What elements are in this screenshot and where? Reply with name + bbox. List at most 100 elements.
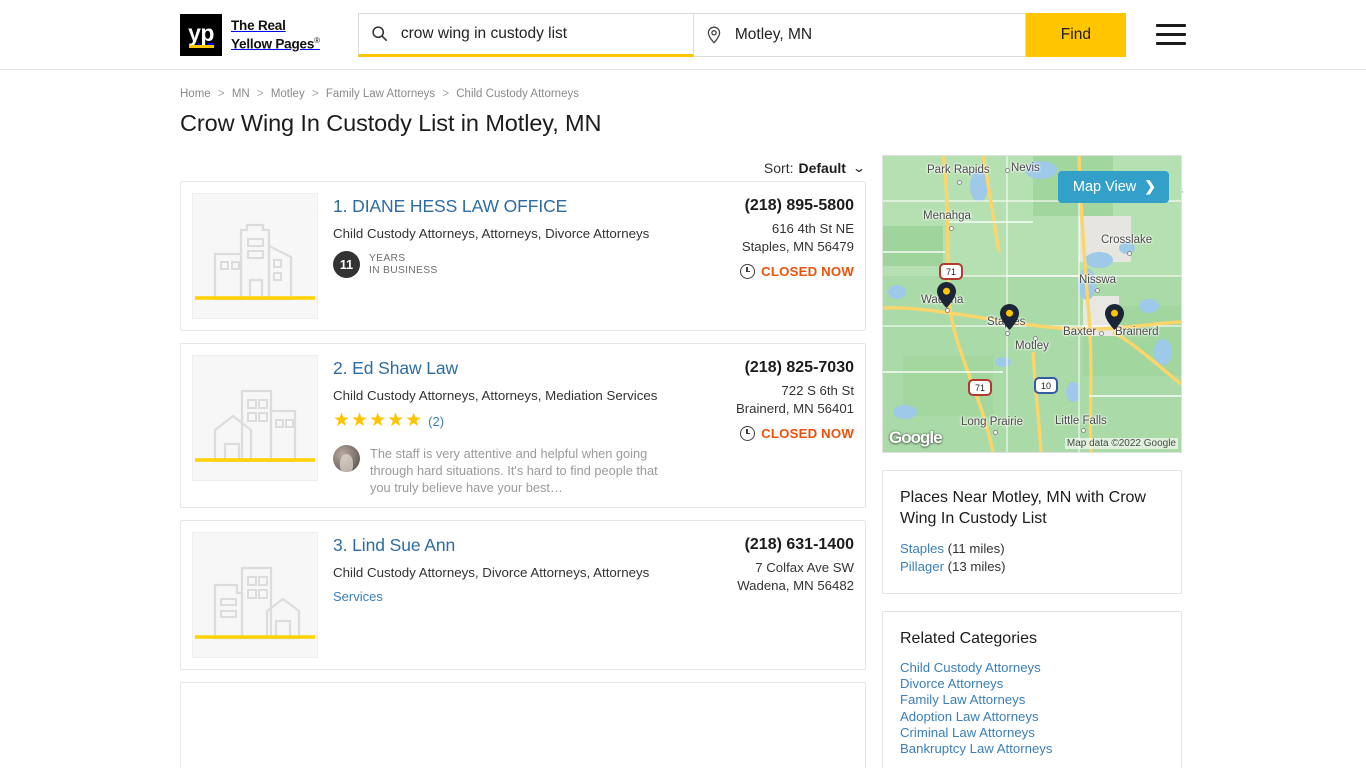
address-line-2: Wadena, MN 56482 [737,577,854,593]
listing-name: Ed Shaw Law [352,358,459,378]
map-city-dot [949,226,954,231]
years-label: YEARS IN BUSINESS [369,253,438,277]
review-count[interactable]: (2) [428,414,444,429]
review-snippet: The staff is very attentive and helpful … [370,446,658,495]
map-city-dot [1005,331,1010,336]
breadcrumb-item-city[interactable]: Motley [271,88,305,100]
sidebar-column: 71 71 10 Map View ❯ Park Rapids Nevis Me… [882,155,1182,768]
map-label-little-falls: Little Falls [1055,415,1107,427]
related-category-link-adoption-law[interactable]: Adoption Law Attorneys [900,709,1164,725]
listing-rank: 3. [333,535,348,555]
location-field[interactable] [693,12,1026,57]
location-input[interactable] [732,24,1013,45]
listing-info: 2. Ed Shaw Law Child Custody Attorneys, … [318,355,669,496]
listing-contact: (218) 825-7030 722 S 6th St Brainerd, MN… [669,355,854,496]
listing-name-link[interactable]: 1. DIANE HESS LAW OFFICE [333,196,567,217]
map-label-crosslake: Crosslake [1101,234,1153,246]
clock-icon [740,426,756,441]
sort-value: Default [798,160,846,176]
search-icon [371,25,388,42]
building-placeholder-icon [195,223,315,301]
years-label-line1: YEARS [369,252,406,264]
sort-label: Sort: [763,160,794,176]
breadcrumb-item-child-custody[interactable]: Child Custody Attorneys [456,88,579,100]
breadcrumb-item-state[interactable]: MN [232,88,250,100]
hamburger-line [1155,33,1186,36]
search-term-field[interactable] [357,12,694,57]
search-input[interactable] [398,23,681,44]
address-line-1: 616 4th St NE [771,221,854,236]
related-category-link-divorce[interactable]: Divorce Attorneys [900,676,1164,692]
breadcrumb-item-home[interactable]: Home [180,88,211,100]
status-badge: CLOSED NOW [669,426,854,441]
search-bar: Find [357,12,1126,57]
listing-address: 616 4th St NE Staples, MN 56479 [669,220,854,255]
listing-categories: Child Custody Attorneys, Divorce Attorne… [333,565,650,580]
related-category-link-child-custody[interactable]: Child Custody Attorneys [900,660,1164,676]
map-city-dot [945,308,950,313]
rating[interactable]: ★★★★★ (2) [333,411,669,431]
map-marker-pin[interactable] [1000,304,1019,330]
listing-rank: 2. [333,358,348,378]
yp-logo-mark: yp [180,13,222,56]
listing-card[interactable]: 3. Lind Sue Ann Child Custody Attorneys,… [180,520,866,670]
listing-card[interactable]: 2. Ed Shaw Law Child Custody Attorneys, … [180,343,866,508]
listing-thumbnail[interactable] [192,355,318,481]
place-near-distance: (13 miles) [947,558,1006,574]
related-categories-panel: Related Categories Child Custody Attorne… [882,611,1182,768]
listing-rank: 1. [333,196,348,216]
yp-logo-wordmark: The Real Yellow Pages® [231,17,320,52]
related-category-link-bankruptcy-law[interactable]: Bankruptcy Law Attorneys [900,741,1164,757]
listing-thumbnail[interactable] [192,193,318,319]
breadcrumb-separator: > [311,88,319,100]
map-view-label: Map View [1072,178,1137,195]
sort-control[interactable]: Sort: Default ⌄ [180,155,866,181]
map-city-dot [1005,168,1010,173]
logo-line-2: Yellow Pages [231,36,315,52]
listing-phone[interactable]: (218) 895-5800 [669,197,854,215]
related-category-link-family-law[interactable]: Family Law Attorneys [900,692,1164,708]
map-view-button[interactable]: Map View ❯ [1057,171,1169,203]
listing-card[interactable]: 1. DIANE HESS LAW OFFICE Child Custody A… [180,181,866,331]
listing-contact: (218) 631-1400 7 Colfax Ave SW Wadena, M… [669,532,854,658]
breadcrumb-separator: > [217,88,225,100]
services-link[interactable]: Services [333,589,669,604]
related-category-link-criminal-law[interactable]: Criminal Law Attorneys [900,725,1164,741]
hamburger-line [1155,24,1186,27]
svg-text:10: 10 [1041,381,1051,391]
listing-card[interactable] [180,682,866,768]
find-button[interactable]: Find [1025,12,1126,57]
listing-phone[interactable]: (218) 631-1400 [669,536,854,554]
listing-thumbnail[interactable] [192,532,318,658]
yp-logo-underline [188,44,214,48]
yp-logo[interactable]: yp The Real Yellow Pages® [180,13,320,56]
google-watermark: Google [889,428,943,447]
map-city-dot [1095,288,1100,293]
page-title: Crow Wing In Custody List in Motley, MN [180,110,602,136]
map-marker-pin[interactable] [937,282,956,308]
reviewer-avatar [333,445,360,472]
map-city-dot [993,430,998,435]
site-header: yp The Real Yellow Pages® crow wing in c… [0,0,1366,70]
place-near-item: Pillager (13 miles) [900,558,1164,576]
map-marker-pin[interactable] [1105,304,1124,330]
clock-icon [740,264,756,279]
place-near-link-staples[interactable]: Staples [900,541,944,556]
listing-name-link[interactable]: 3. Lind Sue Ann [333,535,455,556]
map-city-dot [1081,428,1086,433]
listing-name-link[interactable]: 2. Ed Shaw Law [333,358,458,379]
map-preview[interactable]: 71 71 10 Map View ❯ Park Rapids Nevis Me… [882,155,1182,453]
svg-text:71: 71 [975,383,985,393]
listing-info: 1. DIANE HESS LAW OFFICE Child Custody A… [318,193,669,319]
address-line-1: 7 Colfax Ave SW [755,560,854,575]
listing-categories: Child Custody Attorneys, Attorneys, Medi… [333,388,658,403]
address-line-2: Brainerd, MN 56401 [735,400,854,416]
places-near-title: Places Near Motley, MN with Crow Wing In… [900,489,1146,527]
hamburger-menu-icon[interactable] [1155,24,1186,45]
map-attribution: Map data ©2022 Google [1064,438,1178,449]
results-column: Sort: Default ⌄ 1. DIANE HESS LAW OFFICE… [180,155,866,768]
yp-logo-letters: yp [188,19,214,46]
listing-phone[interactable]: (218) 825-7030 [669,359,854,377]
place-near-link-pillager[interactable]: Pillager [900,559,944,574]
breadcrumb-item-family-law[interactable]: Family Law Attorneys [326,88,435,100]
